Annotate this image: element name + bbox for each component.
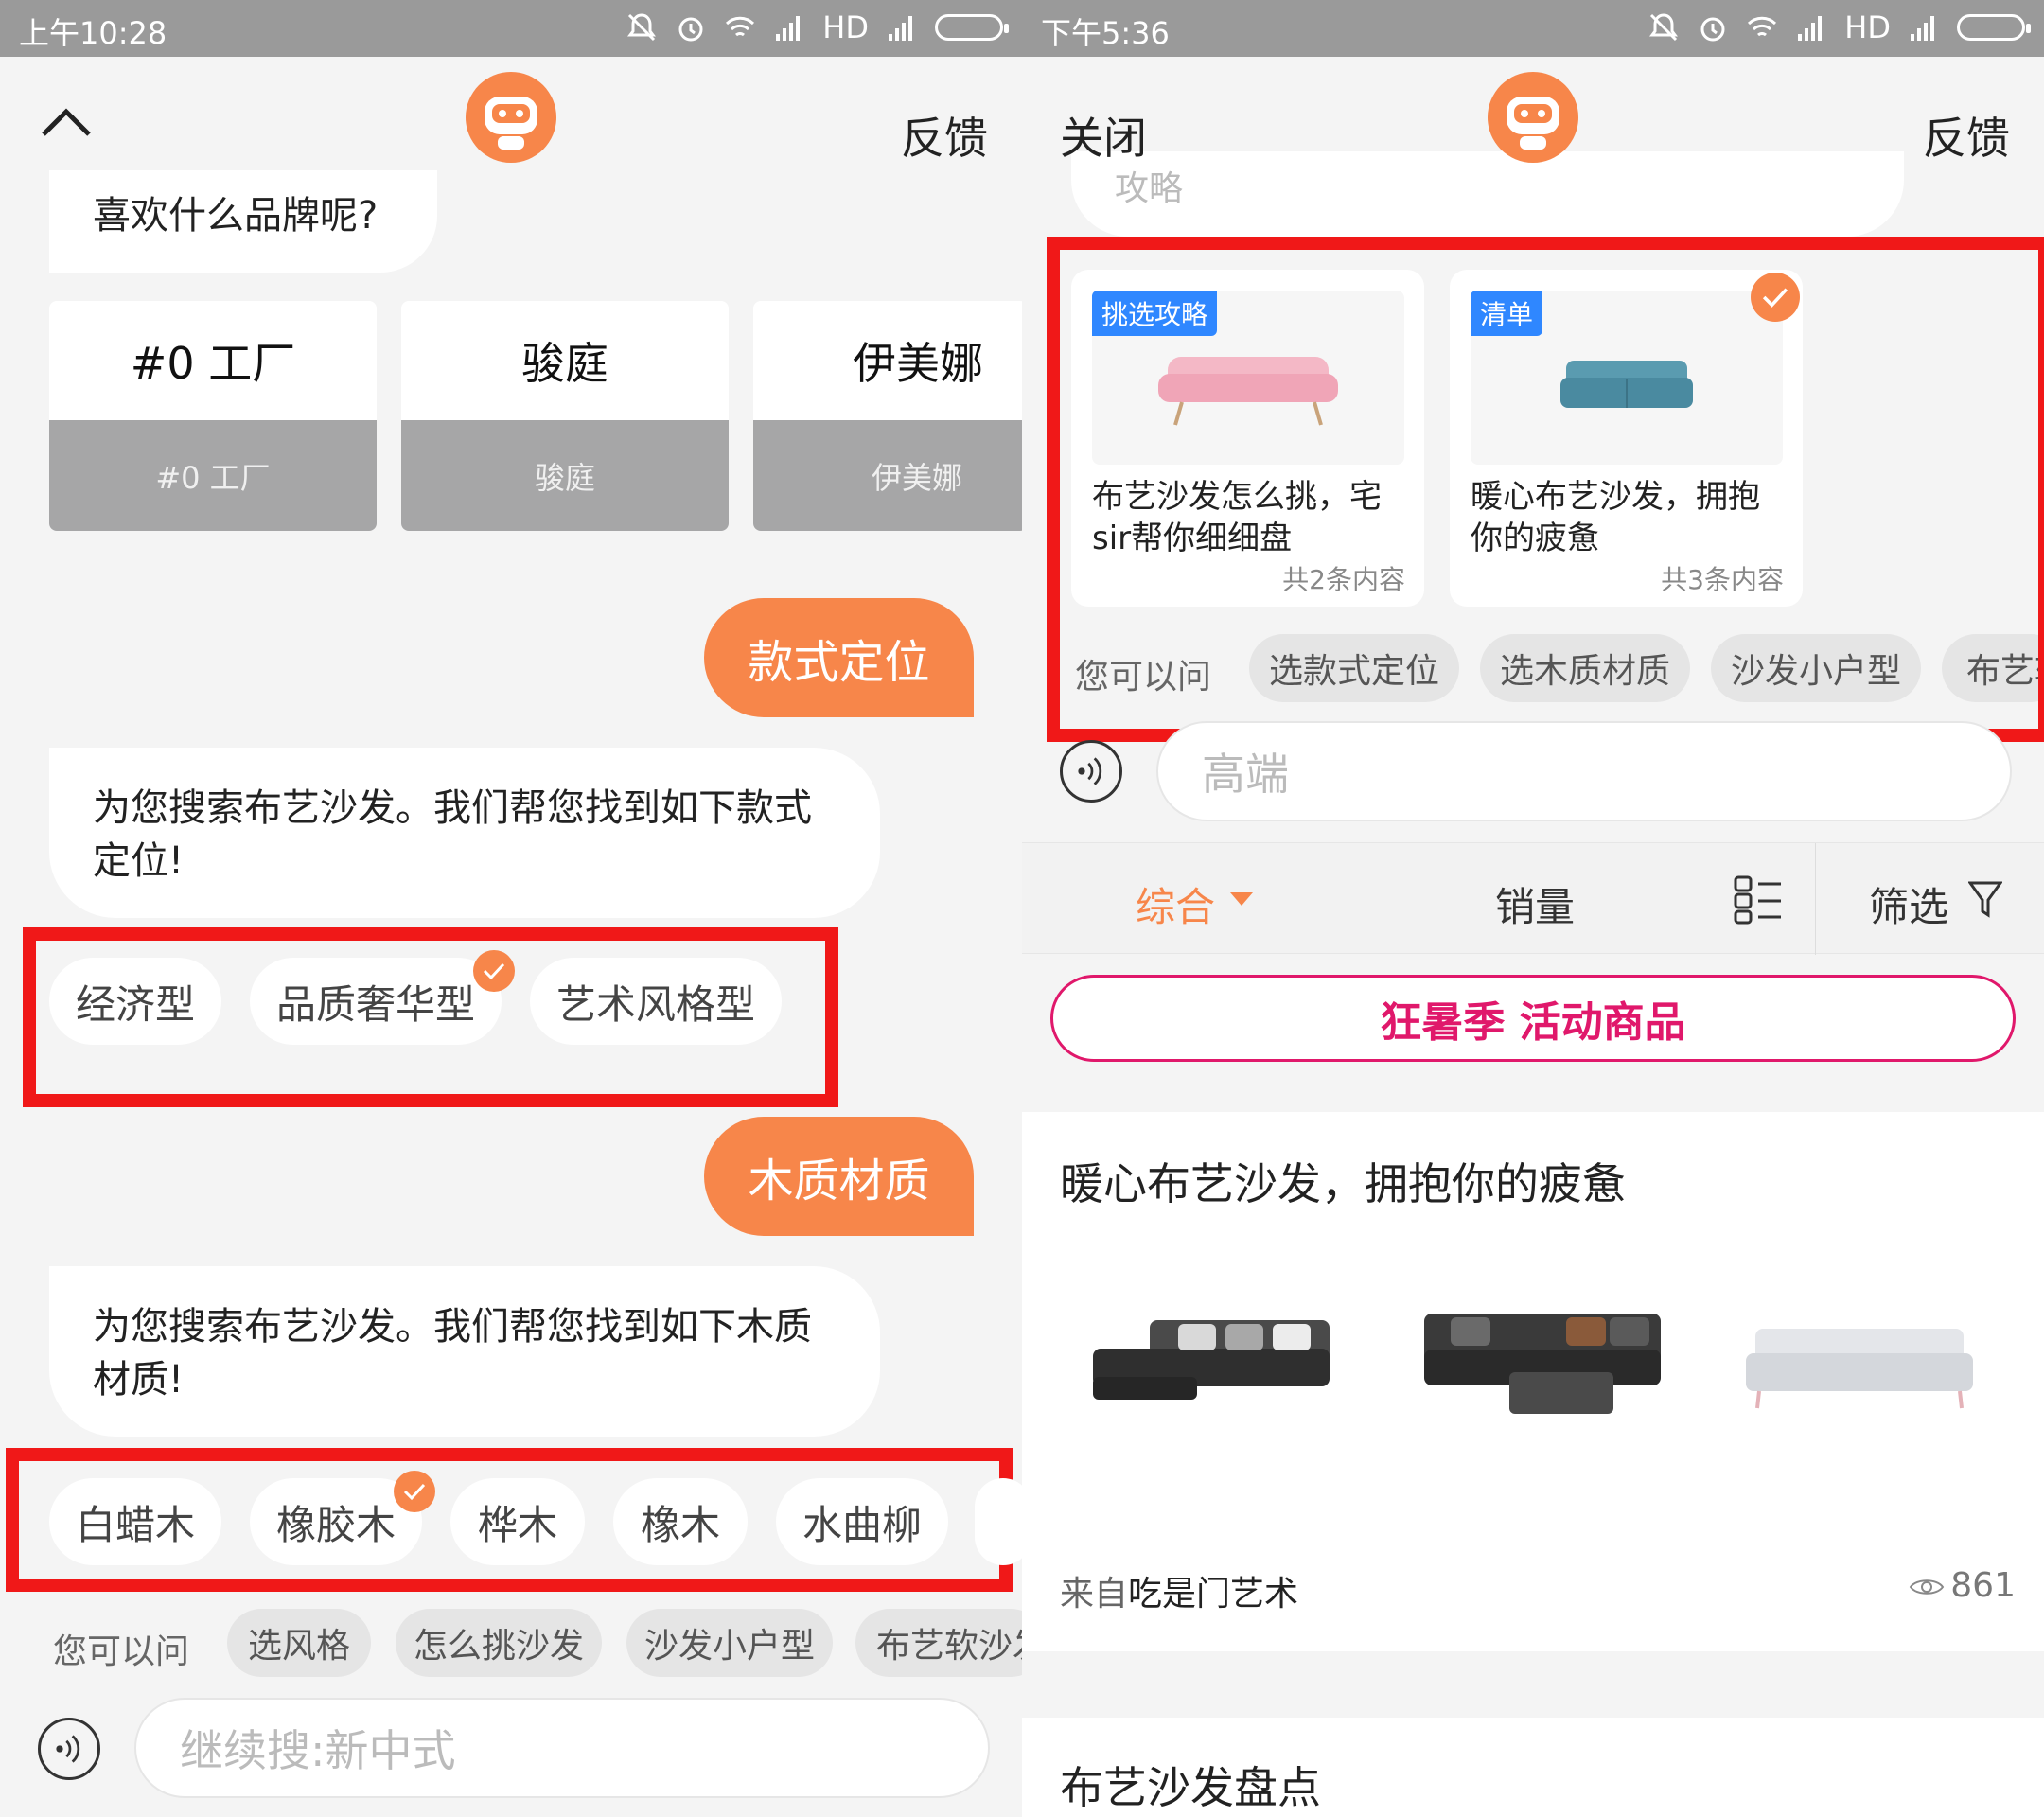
user-message: 款式定位: [704, 598, 974, 717]
brand-card[interactable]: 骏庭 骏庭: [401, 301, 729, 531]
top-bar: 关闭 反馈: [1022, 57, 2044, 180]
voice-icon[interactable]: [1060, 740, 1122, 803]
top-bar: 反馈: [0, 57, 1022, 180]
suggestion-chip[interactable]: 沙发小户型: [626, 1609, 833, 1677]
chat-input[interactable]: 高端: [1156, 721, 2012, 821]
sort-sales-tab[interactable]: 销量: [1495, 875, 1575, 933]
left-screen: 上午10:28 HD 反馈 喜欢什么品牌呢? #0 工厂 #0 工厂 骏庭 骏庭: [0, 0, 1022, 1817]
filter-button[interactable]: 筛选: [1869, 875, 1948, 933]
check-icon: [394, 1471, 435, 1512]
option-chip[interactable]: 经济型: [49, 958, 221, 1045]
option-chip[interactable]: 桦木: [450, 1478, 585, 1565]
article-card[interactable]: 布艺沙发盘点: [1022, 1718, 2044, 1817]
chat-input[interactable]: 继续搜:新中式: [134, 1698, 990, 1798]
brand-subtitle: 骏庭: [401, 420, 729, 531]
robot-avatar-icon: [466, 72, 556, 163]
mute-bell-icon: [1649, 13, 1679, 42]
filter-funnel-icon[interactable]: [1968, 881, 2002, 919]
status-time: 上午10:28: [19, 15, 167, 51]
alarm-icon: [1700, 17, 1725, 42]
collapse-chevron-icon[interactable]: [38, 102, 95, 140]
source-author[interactable]: 吃是门艺术: [1128, 1575, 1298, 1614]
option-chip-partial[interactable]: [975, 1478, 1022, 1565]
status-bar: 上午10:28 HD: [0, 0, 1022, 57]
sort-bar: 综合 销量 筛选: [1022, 842, 2044, 955]
list-view-icon[interactable]: [1734, 875, 1783, 925]
option-chip[interactable]: 水曲柳: [776, 1478, 948, 1565]
hd-label: HD: [1844, 9, 1891, 45]
robot-avatar-icon: [1488, 72, 1578, 163]
article-title: 暖心布艺沙发，拥抱你的疲惫: [1060, 1158, 1626, 1209]
check-icon: [473, 950, 515, 992]
brand-name: #0 工厂: [130, 338, 296, 389]
bot-message: 为您搜索布艺沙发。我们帮您找到如下木质材质!: [49, 1266, 880, 1437]
status-bar: 下午5:36 HD: [1022, 0, 2044, 57]
highlight-box: [1047, 237, 2044, 742]
signal-icon: [1911, 16, 1934, 41]
divider: [1815, 843, 1816, 955]
dark-sectional-sofa-image: [1424, 1314, 1661, 1414]
signal-icon: [889, 16, 912, 41]
article-views: 861: [1909, 1566, 2016, 1605]
option-chip[interactable]: 艺术风格型: [530, 958, 782, 1045]
feedback-button[interactable]: 反馈: [901, 104, 988, 167]
wifi-icon: [1748, 16, 1777, 37]
dropdown-triangle-icon: [1230, 892, 1253, 906]
brand-card[interactable]: 伊美娜 伊美娜: [753, 301, 1022, 531]
option-chip-selected[interactable]: 品质奢华型: [250, 958, 502, 1045]
bot-message: 为您搜索布艺沙发。我们帮您找到如下款式定位!: [49, 748, 880, 918]
close-button[interactable]: 关闭: [1060, 104, 1147, 167]
article-title: 布艺沙发盘点: [1060, 1762, 1321, 1813]
white-sofa-image: [1746, 1329, 1973, 1409]
brand-card[interactable]: #0 工厂 #0 工厂: [49, 301, 377, 531]
battery-icon: [1957, 14, 2031, 41]
wifi-icon: [726, 16, 755, 37]
option-chip[interactable]: 白蜡木: [49, 1478, 221, 1565]
bot-message-brand: 喜欢什么品牌呢?: [49, 170, 437, 273]
brand-subtitle: 伊美娜: [753, 420, 1022, 531]
signal-icon: [776, 16, 801, 41]
brand-name: 伊美娜: [853, 338, 983, 389]
suggestion-chip[interactable]: 选风格: [227, 1609, 371, 1677]
brand-subtitle: #0 工厂: [49, 420, 377, 531]
right-screen: 下午5:36 HD 攻略 关闭 反馈 挑选攻略 布艺沙发怎么挑，宅sir帮你细细…: [1022, 0, 2044, 1817]
status-time: 下午5:36: [1041, 15, 1170, 51]
brand-name: 骏庭: [521, 338, 608, 389]
signal-icon: [1798, 16, 1823, 41]
sort-general-tab[interactable]: 综合: [1136, 875, 1215, 933]
voice-icon[interactable]: [38, 1718, 100, 1780]
hd-label: HD: [822, 9, 869, 45]
battery-icon: [935, 14, 1009, 41]
gray-sectional-sofa-image: [1093, 1320, 1330, 1400]
promo-banner[interactable]: 狂暑季 活动商品: [1050, 975, 2016, 1062]
user-message: 木质材质: [704, 1117, 974, 1236]
article-card[interactable]: 暖心布艺沙发，拥抱你的疲惫 来自吃是门艺术 861: [1022, 1112, 2044, 1651]
ask-label: 您可以问: [53, 1632, 190, 1671]
eye-icon: [1910, 1579, 1945, 1595]
option-chip[interactable]: 橡木: [613, 1478, 748, 1565]
alarm-icon: [678, 17, 703, 42]
suggestion-chip[interactable]: 布艺软沙发: [855, 1609, 1022, 1677]
views-count: 861: [1950, 1566, 2016, 1605]
suggestion-chip[interactable]: 怎么挑沙发: [396, 1609, 602, 1677]
feedback-button[interactable]: 反馈: [1923, 104, 2010, 167]
mute-bell-icon: [627, 13, 657, 42]
article-source: 来自吃是门艺术: [1060, 1575, 1299, 1614]
